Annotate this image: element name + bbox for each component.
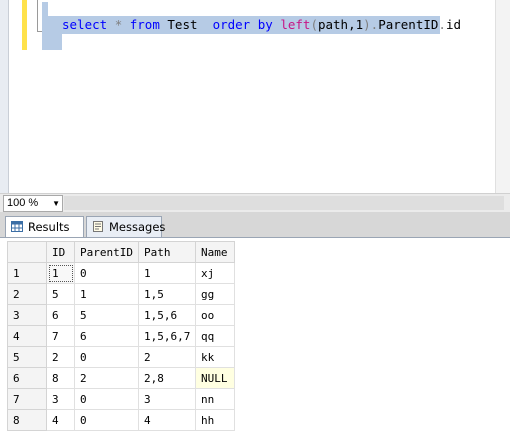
row-number-header[interactable]: [7, 241, 47, 263]
table-row: 8 4 0 4 hh: [7, 409, 235, 431]
cell-name[interactable]: gg: [195, 283, 235, 305]
cell-id[interactable]: 5: [46, 283, 75, 305]
row-number[interactable]: 6: [7, 367, 47, 389]
zoom-value: 100 %: [7, 197, 39, 209]
cell-id[interactable]: 4: [46, 409, 75, 431]
sql-identifier: Test: [167, 17, 198, 32]
cell-name[interactable]: xj: [195, 262, 235, 284]
cell-path[interactable]: 2,8: [138, 367, 196, 389]
table-row: 7 3 0 3 nn: [7, 388, 235, 410]
column-header-id[interactable]: ID: [46, 241, 75, 263]
sql-operator: .: [438, 17, 446, 32]
grid-header-row: ID ParentID Path Name: [7, 241, 235, 263]
sql-keyword: order: [212, 17, 251, 32]
results-tab-strip: Results Messages: [0, 212, 510, 237]
cell-id[interactable]: 7: [46, 325, 75, 347]
column-header-path[interactable]: Path: [138, 241, 196, 263]
sql-keyword: from: [129, 17, 160, 32]
chevron-down-icon[interactable]: ▼: [52, 196, 60, 211]
selection-highlight: [42, 34, 62, 50]
cell-id[interactable]: 8: [46, 367, 75, 389]
cell-path[interactable]: 1,5: [138, 283, 196, 305]
sql-operator: ): [363, 17, 371, 32]
cell-name[interactable]: hh: [195, 409, 235, 431]
row-number[interactable]: 4: [7, 325, 47, 347]
cell-name[interactable]: oo: [195, 304, 235, 326]
zoom-strip: 100 % ▼: [0, 193, 510, 213]
cell-parentid[interactable]: 1: [74, 283, 139, 305]
change-indicator-bar: [22, 0, 27, 50]
table-row: 5 2 0 2 kk: [7, 346, 235, 368]
cell-parentid[interactable]: 0: [74, 262, 139, 284]
messages-icon: [93, 221, 103, 232]
column-header-name[interactable]: Name: [195, 241, 235, 263]
cell-path[interactable]: 1,5,6: [138, 304, 196, 326]
sql-operator: (: [310, 17, 318, 32]
tab-results[interactable]: Results: [5, 216, 84, 237]
table-row: 2 5 1 1,5 gg: [7, 283, 235, 305]
cell-parentid[interactable]: 2: [74, 367, 139, 389]
row-number[interactable]: 2: [7, 283, 47, 305]
cell-parentid[interactable]: 0: [74, 409, 139, 431]
grid-icon: [11, 221, 23, 232]
sql-function: left: [280, 17, 311, 32]
cell-path[interactable]: 1,5,6,7: [138, 325, 196, 347]
cell-id[interactable]: 6: [46, 304, 75, 326]
cell-parentid[interactable]: 6: [74, 325, 139, 347]
row-number[interactable]: 3: [7, 304, 47, 326]
sql-identifier: ParentID: [378, 17, 439, 32]
cell-parentid[interactable]: 5: [74, 304, 139, 326]
editor-horizontal-scrollbar[interactable]: [64, 196, 504, 210]
cell-path[interactable]: 3: [138, 388, 196, 410]
sql-argument: path,1: [317, 17, 364, 32]
table-row: 4 7 6 1,5,6,7 qq: [7, 325, 235, 347]
outline-fold-line: [37, 0, 38, 32]
cell-id[interactable]: 1: [46, 262, 75, 284]
tab-results-label: Results: [28, 220, 70, 234]
cell-path[interactable]: 1: [138, 262, 196, 284]
cell-name[interactable]: kk: [195, 346, 235, 368]
cell-parentid[interactable]: 0: [74, 346, 139, 368]
cell-name[interactable]: qq: [195, 325, 235, 347]
editor-vertical-scrollbar[interactable]: [495, 0, 510, 193]
cell-name-null[interactable]: NULL: [195, 367, 235, 389]
editor-gutter: [0, 0, 9, 193]
sql-operator: *: [114, 17, 123, 32]
results-grid: ID ParentID Path Name 1 1 0 1 xj 2 5 1 1…: [7, 241, 235, 431]
table-row: 6 8 2 2,8 NULL: [7, 367, 235, 389]
cell-id[interactable]: 2: [46, 346, 75, 368]
table-row: 1 1 0 1 xj: [7, 262, 235, 284]
sql-identifier: id: [445, 17, 461, 32]
cell-parentid[interactable]: 0: [74, 388, 139, 410]
column-header-parentid[interactable]: ParentID: [74, 241, 139, 263]
cell-name[interactable]: nn: [195, 388, 235, 410]
results-grid-area: ID ParentID Path Name 1 1 0 1 xj 2 5 1 1…: [0, 237, 510, 440]
row-number[interactable]: 5: [7, 346, 47, 368]
selection-highlight: [42, 2, 48, 16]
cell-path[interactable]: 2: [138, 346, 196, 368]
row-number[interactable]: 8: [7, 409, 47, 431]
tab-messages[interactable]: Messages: [86, 216, 166, 237]
cell-path[interactable]: 4: [138, 409, 196, 431]
cell-id[interactable]: 3: [46, 388, 75, 410]
row-number[interactable]: 1: [7, 262, 47, 284]
sql-keyword: by: [257, 17, 273, 32]
row-number[interactable]: 7: [7, 388, 47, 410]
sql-keyword: select: [62, 17, 108, 32]
table-row: 3 6 5 1,5,6 oo: [7, 304, 235, 326]
sql-query-line[interactable]: select * from Test order by left(path,1)…: [62, 17, 461, 33]
tab-messages-label: Messages: [109, 220, 166, 234]
zoom-select[interactable]: 100 % ▼: [3, 195, 63, 212]
